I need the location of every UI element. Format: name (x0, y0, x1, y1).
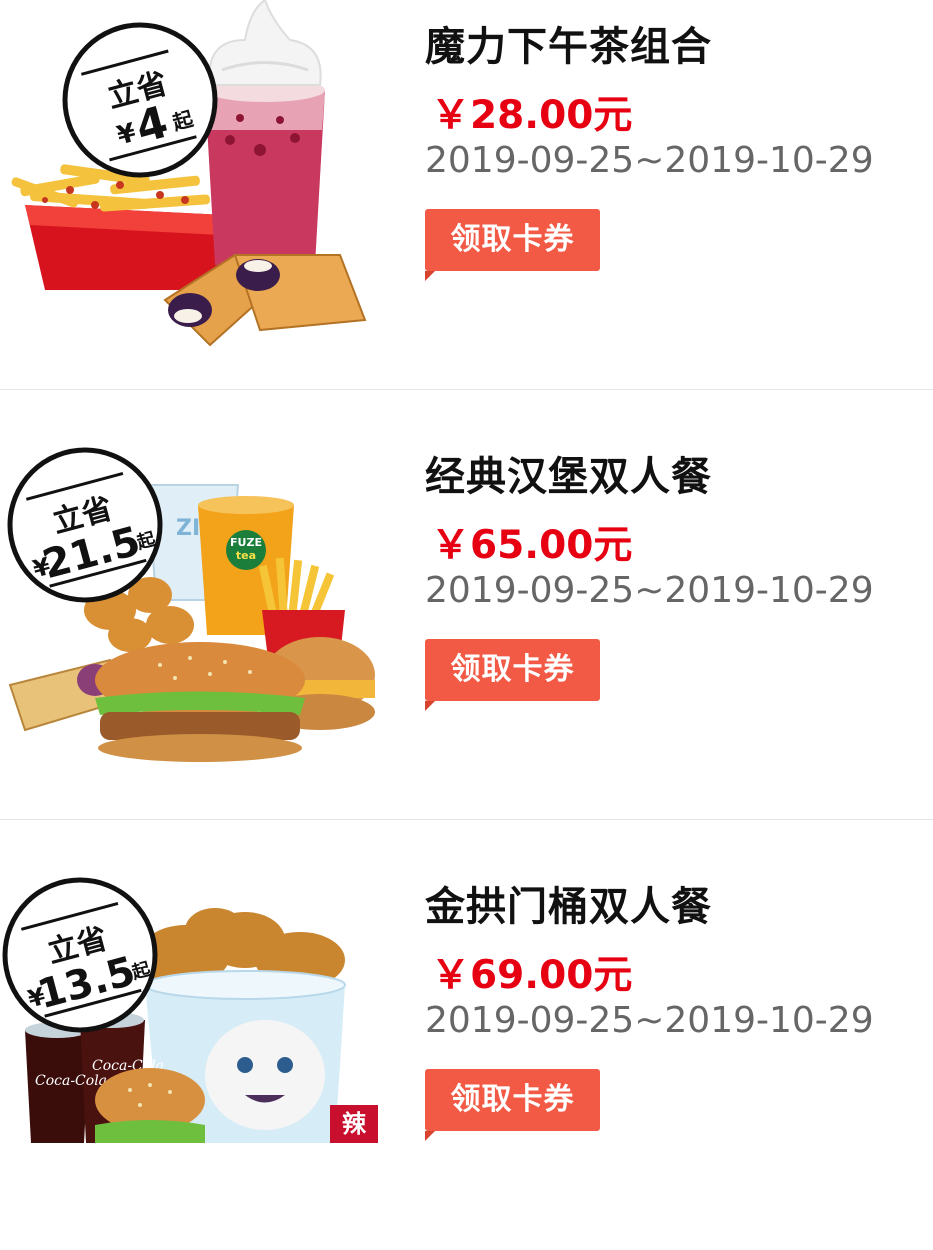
divider (0, 819, 933, 820)
svg-text:Coca-Cola: Coca-Cola (35, 1073, 107, 1089)
coupon-price: ￥69.00元 (431, 953, 633, 998)
svg-text:FUZE: FUZE (230, 536, 262, 549)
claim-coupon-button[interactable]: 领取卡券 (425, 1069, 600, 1141)
coupon-title: 金拱门桶双人餐 (425, 884, 712, 930)
coupon-card[interactable]: Coca-Cola Coca-Cola 立省 ¥ 13.5 起 辣 金拱门桶双人… (0, 860, 933, 1250)
coupon-title: 魔力下午茶组合 (425, 24, 712, 70)
claim-coupon-button[interactable]: 领取卡券 (425, 209, 600, 281)
product-image: Coca-Cola Coca-Cola 立省 ¥ 13.5 起 辣 (0, 860, 380, 1143)
coupon-date-range: 2019-09-25~2019-10-29 (425, 1000, 874, 1041)
coupon-card[interactable]: ZIO FUZE tea 立省 ¥ 21.5 起 经典汉堡双人餐 ￥65.00元… (0, 430, 933, 820)
claim-coupon-button[interactable]: 领取卡券 (425, 639, 600, 711)
coupon-price: ￥28.00元 (431, 93, 633, 138)
product-image: 立省 ¥ 4 起 (0, 0, 380, 360)
coupon-list: 立省 ¥ 4 起 魔力下午茶组合 ￥28.00元 2019-09-25~2019… (0, 0, 933, 1143)
coupon-date-range: 2019-09-25~2019-10-29 (425, 570, 874, 611)
product-image: ZIO FUZE tea 立省 ¥ 21.5 起 (0, 430, 380, 790)
coupon-title: 经典汉堡双人餐 (425, 454, 712, 500)
spicy-tag: 辣 (330, 1105, 378, 1143)
coupon-date-range: 2019-09-25~2019-10-29 (425, 140, 874, 181)
divider (0, 389, 933, 390)
svg-text:tea: tea (236, 549, 256, 562)
coupon-price: ￥65.00元 (431, 523, 633, 568)
coupon-card[interactable]: 立省 ¥ 4 起 魔力下午茶组合 ￥28.00元 2019-09-25~2019… (0, 0, 933, 390)
